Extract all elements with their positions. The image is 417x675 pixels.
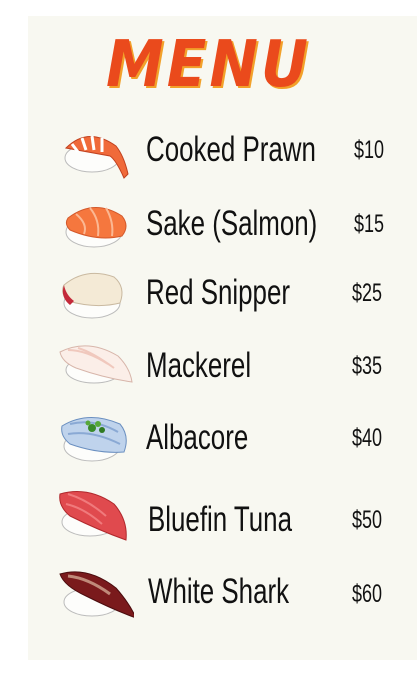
item-price: $25 — [352, 279, 383, 307]
salmon-nigiri-icon — [65, 207, 127, 248]
item-name: Bluefin Tuna — [148, 500, 292, 539]
item-name: White Shark — [148, 572, 290, 611]
item-price: $50 — [352, 506, 383, 534]
menu-item: Sake (Salmon) $15 — [0, 196, 417, 256]
red-snapper-nigiri-icon — [62, 272, 123, 319]
menu-item: Cooked Prawn $10 — [0, 122, 417, 182]
item-price: $15 — [354, 210, 385, 238]
item-name: Red Snipper — [146, 273, 290, 312]
albacore-nigiri-icon — [61, 417, 127, 462]
item-name: Cooked Prawn — [146, 130, 316, 169]
menu-item: Red Snipper $25 — [0, 265, 417, 325]
prawn-nigiri-icon — [64, 135, 129, 179]
item-name: Sake (Salmon) — [146, 204, 318, 243]
item-price: $35 — [352, 352, 383, 380]
menu-item: Bluefin Tuna $50 — [0, 486, 417, 546]
menu-title: MENU — [106, 26, 311, 102]
bluefin-tuna-nigiri-icon — [59, 491, 127, 541]
item-price: $40 — [352, 424, 383, 452]
item-price: $10 — [354, 136, 385, 164]
white-shark-nigiri-icon — [59, 571, 134, 618]
item-price: $60 — [352, 580, 383, 608]
menu-item: Mackerel $35 — [0, 338, 417, 398]
item-name: Mackerel — [146, 346, 252, 385]
menu-item: White Shark $60 — [0, 564, 417, 624]
mackerel-nigiri-icon — [59, 345, 133, 384]
item-name: Albacore — [146, 418, 249, 457]
menu-item: Albacore $40 — [0, 410, 417, 470]
